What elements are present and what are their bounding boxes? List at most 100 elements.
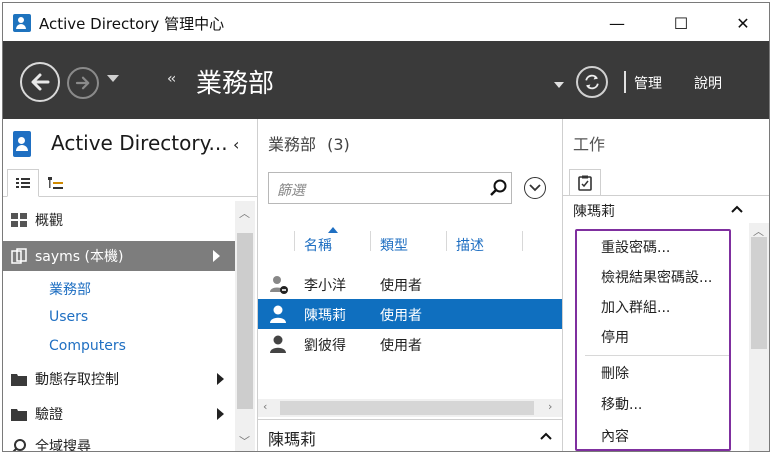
back-button[interactable] — [20, 62, 60, 102]
filter-input[interactable]: 篩選 — [268, 172, 512, 204]
nav-item-overview[interactable]: 概觀 — [3, 205, 235, 235]
item-count: (3) — [327, 135, 350, 154]
table-row[interactable]: 劉彼得 使用者 — [258, 329, 562, 359]
chevron-down-icon — [529, 184, 541, 192]
tasks-section-header[interactable]: 陳瑪莉 — [563, 195, 769, 223]
container-name: 業務部 — [268, 135, 317, 154]
horizontal-scrollbar[interactable]: ‹ › — [258, 399, 562, 417]
tasks-tab[interactable] — [569, 169, 601, 195]
navigation-pane: Active Directory... ‹ 概觀 sayms (本機) 業務部 … — [3, 119, 257, 452]
scroll-left-icon[interactable]: ‹ — [263, 400, 267, 413]
nav-item-global-search[interactable]: 全域搜尋 — [3, 431, 235, 452]
tasks-scrollbar[interactable]: ︿ — [749, 223, 769, 451]
expand-arrow-icon[interactable] — [213, 250, 220, 262]
scroll-down-icon[interactable]: ﹀ — [239, 433, 250, 449]
folder-icon — [11, 409, 27, 421]
task-add-to-group[interactable]: 加入群組... — [601, 297, 670, 317]
expand-arrow-icon[interactable] — [217, 373, 224, 385]
object-type: 使用者 — [380, 278, 422, 294]
object-type: 使用者 — [380, 308, 422, 324]
nav-item-dynamic-access-control[interactable]: 動態存取控制 — [3, 364, 235, 394]
navigation-pane-title: Active Directory... — [51, 131, 228, 155]
user-icon — [270, 305, 286, 323]
domain-icon — [11, 248, 27, 264]
task-separator — [585, 355, 729, 356]
nav-subitem-sales[interactable]: 業務部 — [49, 279, 91, 299]
expand-arrow-icon[interactable] — [217, 408, 224, 420]
refresh-button[interactable] — [576, 66, 608, 98]
column-separator — [294, 231, 295, 251]
history-dropdown-icon[interactable] — [107, 75, 119, 82]
folder-icon — [11, 374, 27, 386]
user-name: 劉彼得 — [304, 338, 346, 354]
user-name: 李小洋 — [304, 278, 346, 294]
forward-arrow-icon — [75, 76, 90, 90]
list-view-icon — [16, 178, 30, 188]
tasks-section-label: 陳瑪莉 — [573, 204, 615, 220]
column-header-description[interactable]: 描述 — [456, 235, 484, 255]
collapse-pane-button[interactable]: ‹ — [233, 135, 239, 154]
refresh-icon — [585, 74, 599, 90]
tree-view-tab[interactable] — [45, 173, 67, 195]
breadcrumb-arrows[interactable]: ‹‹ — [167, 71, 176, 87]
nav-subitem-computers[interactable]: Computers — [49, 338, 126, 354]
navigation-bar: ‹‹ 業務部 管理 說明 — [3, 41, 769, 119]
scroll-right-icon[interactable]: › — [548, 400, 552, 413]
column-separator[interactable] — [446, 231, 447, 251]
chevron-up-icon[interactable] — [731, 205, 743, 213]
tasks-pane-title: 工作 — [573, 135, 606, 154]
task-disable[interactable]: 停用 — [601, 327, 629, 347]
table-row[interactable]: 李小洋 使用者 — [258, 269, 562, 299]
minimize-button[interactable]: — — [595, 9, 639, 37]
active-directory-icon — [13, 131, 31, 157]
back-arrow-icon — [31, 73, 50, 91]
search-icon[interactable] — [489, 178, 509, 198]
window-title: Active Directory 管理中心 — [39, 15, 225, 33]
column-separator[interactable] — [522, 231, 523, 251]
nav-item-label: sayms (本機) — [35, 249, 124, 265]
nav-item-label: 驗證 — [35, 407, 63, 423]
nav-subitem-users[interactable]: Users — [49, 309, 88, 325]
breadcrumb: 業務部 — [196, 69, 275, 99]
nav-item-label: 動態存取控制 — [35, 372, 119, 388]
content-pane-title: 業務部 (3) — [268, 131, 350, 155]
navigation-scrollbar[interactable]: ︿ ﹀ — [235, 201, 255, 451]
column-header-name[interactable]: 名稱 — [304, 235, 332, 255]
chevron-up-icon[interactable] — [540, 432, 552, 440]
scrollbar-thumb[interactable] — [751, 237, 767, 349]
task-list-highlight: 重設密碼... 檢視結果密碼設... 加入群組... 停用 刪除 移動... 內… — [575, 229, 731, 451]
scrollbar-thumb[interactable] — [237, 233, 253, 409]
maximize-button[interactable]: ☐ — [659, 9, 703, 37]
list-view-tab[interactable] — [7, 169, 39, 197]
user-name: 陳瑪莉 — [304, 308, 346, 324]
task-reset-password[interactable]: 重設密碼... — [601, 237, 670, 257]
details-preview-header[interactable]: 陳瑪莉 — [258, 419, 562, 451]
column-separator[interactable] — [370, 231, 371, 251]
breadcrumb-dropdown-icon[interactable] — [554, 82, 564, 88]
title-bar: Active Directory 管理中心 — ☐ ✕ — [3, 3, 769, 41]
tree-view-icon — [48, 177, 63, 189]
scrollbar-thumb[interactable] — [280, 401, 534, 415]
help-menu[interactable]: 說明 — [694, 73, 722, 93]
expand-filter-button[interactable] — [524, 177, 546, 199]
nav-item-domain[interactable]: sayms (本機) — [3, 241, 235, 271]
search-icon — [12, 439, 26, 451]
task-delete[interactable]: 刪除 — [601, 363, 629, 383]
close-button[interactable]: ✕ — [721, 9, 765, 37]
manage-menu[interactable]: 管理 — [634, 73, 662, 93]
nav-item-label: 全域搜尋 — [35, 439, 91, 452]
object-type: 使用者 — [380, 338, 422, 354]
table-row-selected[interactable]: 陳瑪莉 使用者 — [258, 299, 562, 329]
forward-button[interactable] — [67, 67, 99, 99]
task-properties[interactable]: 內容 — [601, 426, 629, 446]
nav-item-label: 概觀 — [35, 213, 63, 229]
task-move[interactable]: 移動... — [601, 394, 642, 414]
sort-ascending-icon — [328, 227, 338, 233]
nav-item-authentication[interactable]: 驗證 — [3, 399, 235, 429]
clipboard-icon — [578, 175, 592, 191]
task-view-resultant-password-settings[interactable]: 檢視結果密碼設... — [601, 267, 712, 287]
column-header-type[interactable]: 類型 — [380, 235, 408, 255]
scroll-up-icon[interactable]: ︿ — [239, 205, 250, 221]
filter-placeholder: 篩選 — [277, 183, 305, 199]
details-preview-label: 陳瑪莉 — [268, 430, 317, 449]
